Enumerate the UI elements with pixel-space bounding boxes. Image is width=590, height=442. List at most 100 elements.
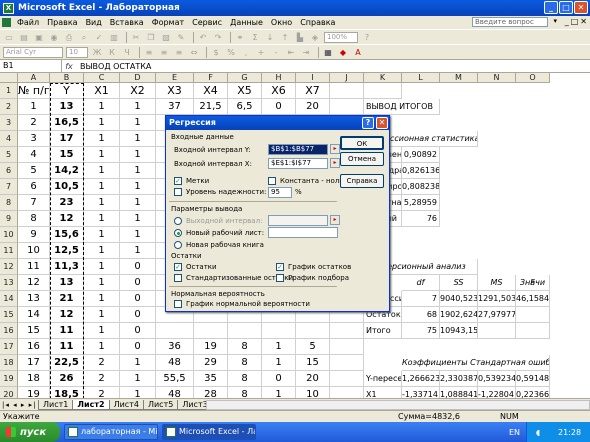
maximize-button[interactable]: □ [559,1,573,14]
column-header[interactable]: M [440,73,478,83]
cell[interactable]: 13 [18,291,50,307]
menu-window[interactable]: Окно [267,18,296,27]
permission-icon[interactable]: ◉ [48,32,60,43]
help-button[interactable]: Справка [340,174,384,188]
cell[interactable]: 37 [156,99,194,115]
bold-icon[interactable]: Ж [91,47,103,58]
cell[interactable]: 4 [18,147,50,163]
cell[interactable] [330,371,364,387]
cell[interactable]: X6 [262,83,296,99]
cell[interactable]: 2 [84,387,120,398]
cell[interactable]: 76 [402,211,440,227]
cell[interactable]: 29 [194,355,228,371]
row-header[interactable]: 5 [0,147,18,163]
preview-icon[interactable]: ⌕ [78,32,90,43]
cell[interactable]: 1 [84,291,120,307]
cell[interactable]: 1 [262,355,296,371]
cell[interactable]: df [402,275,440,291]
cell[interactable]: 6 [18,179,50,195]
row-header[interactable]: 10 [0,227,18,243]
menu-file[interactable]: Файл [13,18,43,27]
task-word-document[interactable]: лабораторная - Micr... [64,424,158,440]
y-range-input[interactable]: $B$1:$B$77 [268,144,328,155]
normal-prob-checkbox[interactable] [174,300,182,308]
cell[interactable]: 17 [18,355,50,371]
thousands-icon[interactable]: , [240,47,252,58]
cell[interactable] [364,83,402,99]
cell[interactable]: X7 [296,83,330,99]
paste-icon[interactable]: ▧ [160,32,172,43]
cell[interactable]: 10 [296,387,330,398]
cell[interactable]: 27,97977 [478,307,516,323]
copy-icon[interactable]: ❐ [145,32,157,43]
row-header[interactable]: 7 [0,179,18,195]
cell[interactable]: 8 [228,339,262,355]
cell[interactable]: 5 [296,339,330,355]
format-painter-icon[interactable]: ✎ [175,32,187,43]
confidence-checkbox[interactable] [174,188,182,196]
cell[interactable]: 15 [296,355,330,371]
help-icon[interactable]: ? [361,32,373,43]
sort-desc-icon[interactable]: ↑ [279,32,291,43]
currency-icon[interactable]: $ [210,47,222,58]
cell[interactable]: 0 [120,323,156,339]
cell[interactable] [194,323,228,339]
cell[interactable]: 0 [262,371,296,387]
cell[interactable]: 2,330387 [440,371,478,387]
increase-indent-icon[interactable]: ⇥ [300,47,312,58]
percent-icon[interactable]: % [225,47,237,58]
row-header[interactable]: 15 [0,307,18,323]
cell[interactable]: ВЫВОД ИТОГОВ [364,99,440,115]
output-range-input[interactable] [268,215,328,226]
borders-icon[interactable]: ▦ [322,47,334,58]
menu-insert[interactable]: Вставка [106,18,148,27]
sheet-tab[interactable]: Лист1 [38,400,74,410]
cell[interactable]: 0,808238 [402,179,440,195]
align-right-icon[interactable]: ≡ [173,47,185,58]
help-search-input[interactable]: Введите вопрос [472,17,548,27]
dialog-help-icon[interactable]: ? [362,117,374,129]
dialog-close-icon[interactable]: ✕ [376,117,388,129]
cell[interactable]: 1 [120,179,156,195]
select-all-corner[interactable] [0,73,18,83]
column-header[interactable]: L [402,73,440,83]
cell[interactable] [296,323,330,339]
minimize-button[interactable]: _ [544,1,558,14]
cell[interactable]: -1,33714 [402,387,440,398]
cell[interactable]: 1 [120,243,156,259]
new-book-radio[interactable] [174,241,182,249]
row-header[interactable]: 13 [0,275,18,291]
volume-icon[interactable]: ◖ [536,428,540,437]
cell[interactable]: 1 [120,355,156,371]
column-header[interactable]: B [50,73,84,83]
cell[interactable]: 1 [120,99,156,115]
column-header[interactable]: D [120,73,156,83]
new-sheet-radio[interactable] [174,229,182,237]
underline-icon[interactable]: Ч [121,47,133,58]
labels-checkbox[interactable]: ✓ [174,177,182,185]
cell[interactable]: X5 [228,83,262,99]
decrease-indent-icon[interactable]: ⇤ [285,47,297,58]
x-range-picker-icon[interactable]: ▸ [330,158,340,168]
cell[interactable]: 5,28959 [402,195,440,211]
help-dropdown-icon[interactable]: ▾ [553,17,557,25]
cell[interactable]: 8 [228,371,262,387]
column-header[interactable]: I [296,73,330,83]
cell[interactable]: 55,5 [156,371,194,387]
cell[interactable]: 0,223665 [516,387,550,398]
cell[interactable] [330,339,364,355]
fx-icon[interactable]: fx [62,62,76,71]
cell[interactable] [228,323,262,339]
cell[interactable]: 1291,503 [478,291,516,307]
decrease-decimal-icon[interactable]: - [270,47,282,58]
menu-edit[interactable]: Правка [43,18,81,27]
cell[interactable]: 1 [84,99,120,115]
cell[interactable]: 1 [120,195,156,211]
cell[interactable]: 1 [84,195,120,211]
open-icon[interactable]: ▤ [18,32,30,43]
cell[interactable] [478,323,516,339]
drawing-icon[interactable]: ◈ [309,32,321,43]
workbook-minimize-icon[interactable]: _ [565,17,569,26]
cell[interactable]: 1 [18,99,50,115]
cell[interactable]: 8 [18,211,50,227]
